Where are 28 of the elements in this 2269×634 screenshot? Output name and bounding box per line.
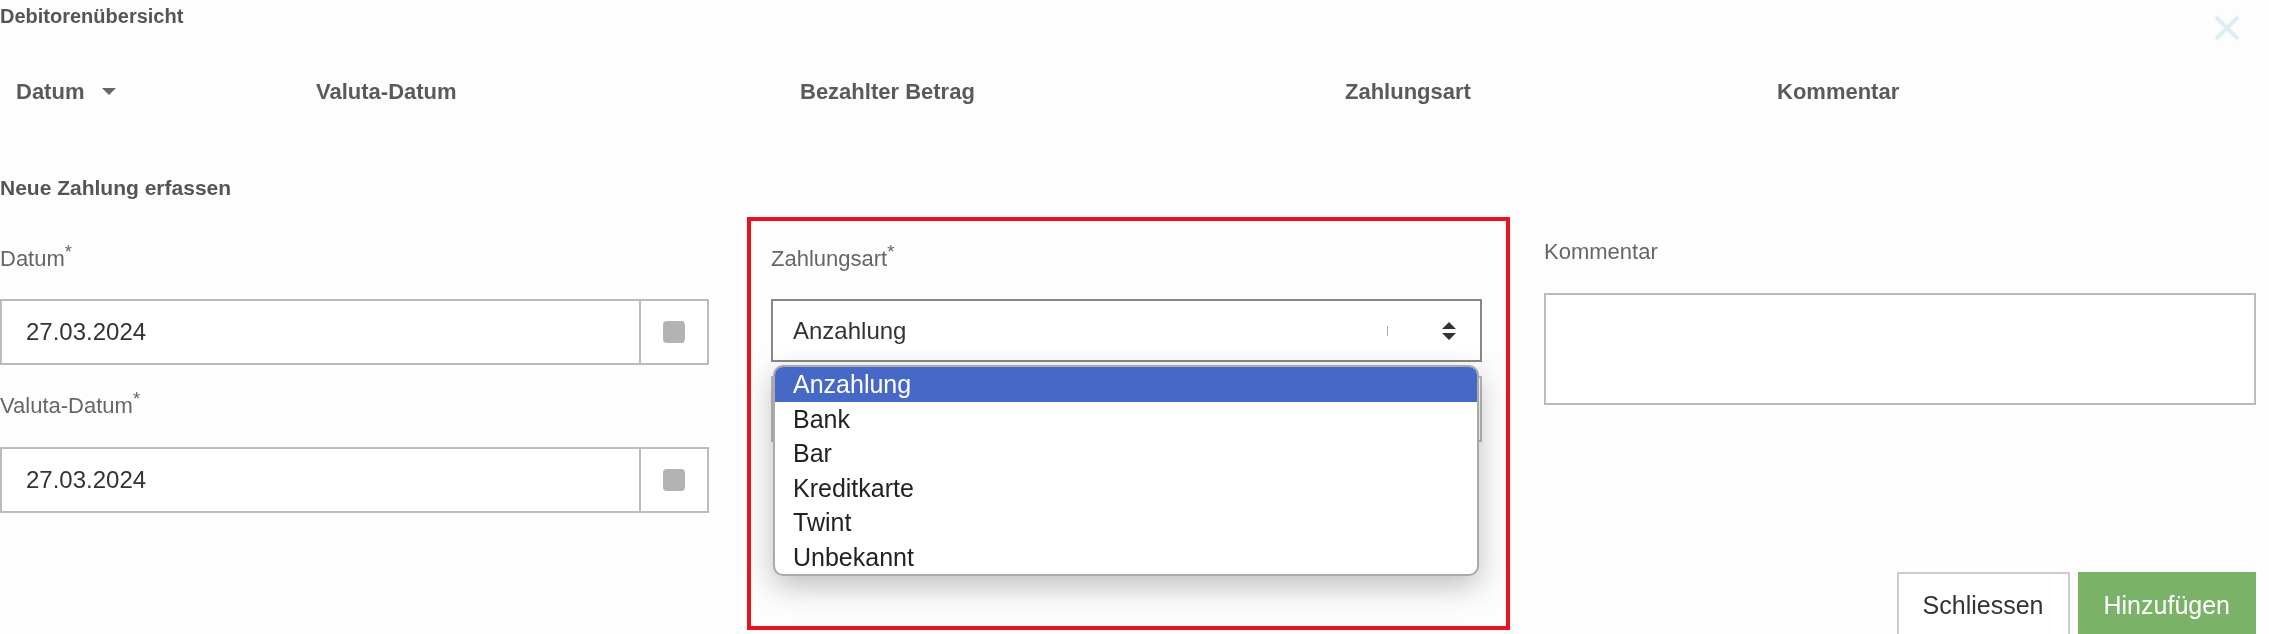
date-field[interactable]: 27.03.2024 [0, 446, 709, 513]
close-button[interactable]: Schliessen [1896, 571, 2070, 634]
dropdown-option[interactable]: Bank [775, 401, 1477, 437]
field-label: Datum$^{*}$ [0, 240, 72, 273]
column-header[interactable]: Bezahlter Betrag [800, 78, 975, 106]
close-icon[interactable] [2213, 14, 2241, 42]
date-field[interactable]: 27.03.2024 [0, 299, 709, 366]
column-header[interactable]: Kommentar [1777, 78, 1900, 106]
field-label: Kommentar [1544, 239, 1658, 265]
dropdown-option[interactable]: Twint [775, 505, 1477, 540]
field-label: Zahlungsart$^{*}$ [771, 240, 895, 273]
column-header-sorted[interactable]: Datum [16, 78, 117, 106]
dialog-title: Debitorenübersicht [0, 4, 184, 28]
dropdown-option[interactable]: Anzahlung [775, 367, 1477, 402]
field-label: Valuta-Datum$^{*}$ [0, 387, 140, 420]
column-header[interactable]: Valuta-Datum [316, 78, 457, 106]
square-icon[interactable] [663, 321, 685, 344]
square-icon[interactable] [663, 468, 685, 491]
dropdown-option[interactable]: Unbekannt [775, 539, 1477, 575]
dropdown-option[interactable]: Bar [775, 436, 1477, 471]
text-cursor [1387, 325, 1388, 336]
caret-icon [102, 88, 117, 96]
dropdown-option[interactable]: Kreditkarte [775, 470, 1477, 506]
column-header[interactable]: Zahlungsart [1345, 78, 1471, 106]
comment-field[interactable] [1544, 293, 2256, 405]
select-field[interactable]: Anzahlung [771, 299, 1482, 363]
section-heading: Neue Zahlung erfassen [0, 176, 232, 200]
sort-icon [1442, 320, 1456, 341]
